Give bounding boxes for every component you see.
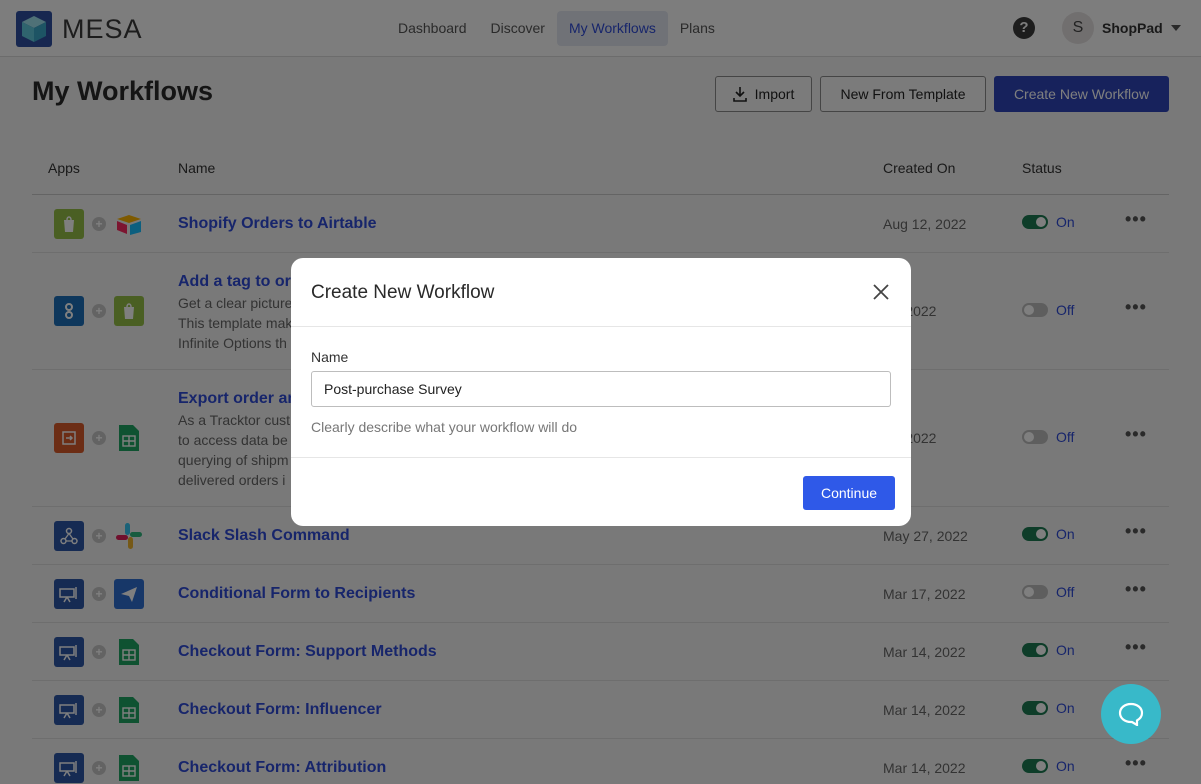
workflow-name-input[interactable] bbox=[311, 371, 891, 407]
continue-button[interactable]: Continue bbox=[803, 476, 895, 510]
name-field-help: Clearly describe what your workflow will… bbox=[311, 419, 578, 435]
chat-launcher[interactable] bbox=[1101, 684, 1161, 744]
create-workflow-modal: Create New Workflow Name Clearly describ… bbox=[291, 258, 911, 526]
name-field-label: Name bbox=[311, 349, 349, 365]
modal-footer: Continue bbox=[291, 457, 911, 526]
close-icon[interactable] bbox=[871, 282, 891, 302]
modal-header: Create New Workflow bbox=[291, 258, 911, 327]
chat-icon bbox=[1118, 702, 1144, 726]
modal-title: Create New Workflow bbox=[311, 282, 495, 303]
